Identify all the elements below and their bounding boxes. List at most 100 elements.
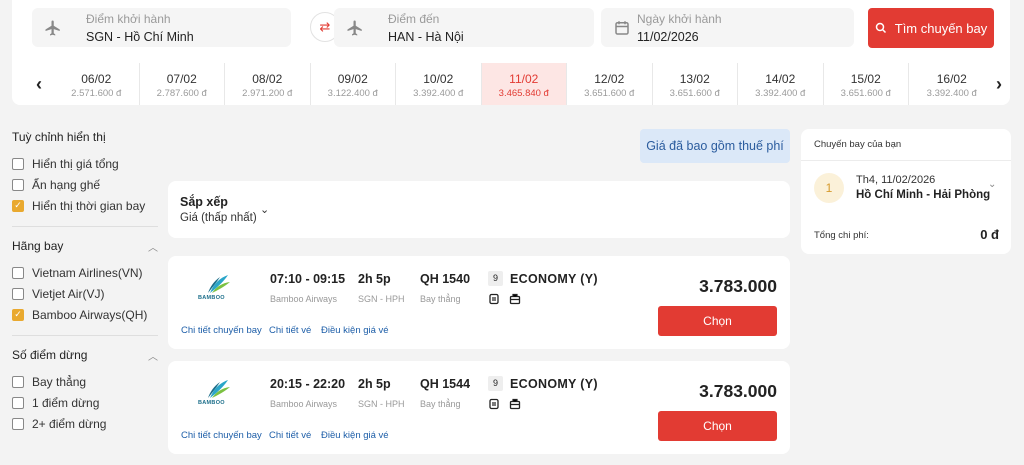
cabin-class: ECONOMY (Y) [510, 377, 598, 391]
filter-option[interactable]: Vietjet Air(VJ) [12, 283, 158, 304]
filter-option-label: Ẩn hạng ghế [32, 177, 101, 192]
date-value: 11/02/2026 [637, 30, 699, 44]
flight-airline: Bamboo Airways [270, 399, 338, 409]
checkbox[interactable] [12, 287, 24, 300]
chevron-right-icon[interactable]: › [996, 74, 1012, 94]
chevron-down-icon[interactable]: ⌄ [988, 179, 996, 190]
ticket-details-link[interactable]: Chi tiết vé [269, 430, 311, 441]
date-option[interactable]: 11/02 3.465.840 đ [481, 63, 567, 105]
stops-heading[interactable]: Số điểm dừng ︿ [12, 348, 158, 363]
checkbox[interactable] [12, 157, 24, 170]
date-option-date: 08/02 [252, 72, 283, 86]
date-option-date: 10/02 [423, 72, 454, 86]
date-option-price: 2.571.600 đ [71, 88, 122, 99]
checkbox[interactable] [12, 308, 24, 321]
seats-left-badge: 9 [488, 271, 503, 286]
checked-baggage-icon [509, 398, 521, 410]
bamboo-leaf-icon [208, 380, 230, 398]
fare-conditions-link[interactable]: Điều kiện giá vé [321, 430, 389, 441]
swap-icon: ⇄ [319, 19, 331, 34]
date-option[interactable]: 14/02 3.392.400 đ [738, 63, 824, 105]
date-option-date: 16/02 [936, 72, 967, 86]
date-option[interactable]: 13/02 3.651.600 đ [653, 63, 738, 105]
destination-field[interactable]: Điểm đến HAN - Hà Nội [334, 8, 594, 47]
chevron-down-icon: ⌄ [260, 204, 270, 216]
date-option-date: 07/02 [166, 72, 197, 86]
search-flights-button[interactable]: Tìm chuyến bay [868, 8, 994, 48]
chevron-up-icon[interactable]: ︿ [148, 239, 158, 254]
flight-airline: Bamboo Airways [270, 294, 338, 304]
chevron-up-icon[interactable]: ︿ [148, 348, 158, 363]
checked-baggage-icon [509, 293, 521, 305]
airline-heading[interactable]: Hãng bay ︿ [12, 239, 158, 254]
filter-option[interactable]: Hiển thị giá tổng [12, 153, 158, 174]
chevron-left-icon[interactable]: ‹ [36, 74, 52, 94]
sort-title: Sắp xếp [180, 195, 228, 209]
choose-flight-button[interactable]: Chọn [658, 306, 777, 336]
filter-option-label: 2+ điểm dừng [32, 416, 107, 431]
date-option[interactable]: 10/02 3.392.400 đ [396, 63, 482, 105]
checkbox[interactable] [12, 417, 24, 430]
date-option-date: 13/02 [679, 72, 710, 86]
filter-option[interactable]: Hiển thị thời gian bay [12, 195, 158, 216]
logo-text: BAMBOO [198, 400, 225, 406]
sort-dropdown[interactable]: Sắp xếp Giá (thấp nhất) ⌄ [168, 181, 790, 238]
filter-sidebar: Tuỳ chỉnh hiển thị Hiển thị giá tổng Ẩn … [12, 130, 158, 434]
ticket-details-link[interactable]: Chi tiết vé [269, 325, 311, 336]
date-option[interactable]: 07/02 2.787.600 đ [140, 63, 225, 105]
tax-included-badge: Giá đã bao gồm thuế phí [640, 129, 790, 163]
checkbox[interactable] [12, 178, 24, 191]
flight-duration: 2h 5p [358, 377, 391, 391]
date-option-price: 3.392.400 đ [926, 88, 977, 99]
carry-on-bag-icon [489, 293, 499, 305]
date-option[interactable]: 16/02 3.392.400 đ [909, 63, 995, 105]
filter-option-label: Hiển thị giá tổng [32, 156, 119, 171]
flight-details-link[interactable]: Chi tiết chuyến bay [181, 430, 262, 441]
date-option-price: 3.122.400 đ [327, 88, 378, 99]
bamboo-leaf-icon [208, 275, 230, 293]
checkbox[interactable] [12, 266, 24, 279]
filter-option[interactable]: Bamboo Airways(QH) [12, 304, 158, 325]
filter-option-label: Hiển thị thời gian bay [32, 198, 146, 213]
date-option-date: 11/02 [509, 72, 539, 86]
date-option[interactable]: 08/02 2.971.200 đ [225, 63, 311, 105]
trip-date: Th4, 11/02/2026 [856, 174, 936, 186]
date-field[interactable]: Ngày khởi hành 11/02/2026 [601, 8, 854, 47]
date-option-date: 06/02 [81, 72, 112, 86]
trip-summary: Chuyến bay của bạn 1 Th4, 11/02/2026 Hồ … [801, 129, 1011, 254]
flight-route: SGN - HPH [358, 399, 405, 409]
divider [12, 226, 158, 227]
date-option[interactable]: 06/02 2.571.600 đ [54, 63, 140, 105]
filter-option[interactable]: Vietnam Airlines(VN) [12, 262, 158, 283]
flight-duration: 2h 5p [358, 272, 391, 286]
flight-details-link[interactable]: Chi tiết chuyến bay [181, 325, 262, 336]
flight-price: 3.783.000 [699, 276, 777, 296]
date-option[interactable]: 09/02 3.122.400 đ [311, 63, 396, 105]
checkbox[interactable] [12, 199, 24, 212]
flight-type: Bay thẳng [420, 294, 461, 304]
checkbox[interactable] [12, 375, 24, 388]
bamboo-airways-logo: BAMBOO [198, 378, 234, 408]
divider [801, 160, 1011, 161]
plane-arrival-icon [347, 20, 362, 36]
date-option[interactable]: 12/02 3.651.600 đ [567, 63, 653, 105]
date-option[interactable]: 15/02 3.651.600 đ [824, 63, 909, 105]
choose-flight-button[interactable]: Chọn [658, 411, 777, 441]
filter-option[interactable]: Bay thẳng [12, 371, 158, 392]
filter-option[interactable]: Ẩn hạng ghế [12, 174, 158, 195]
fare-conditions-link[interactable]: Điều kiện giá vé [321, 325, 389, 336]
filter-option[interactable]: 2+ điểm dừng [12, 413, 158, 434]
filter-option[interactable]: 1 điểm dừng [12, 392, 158, 413]
divider [12, 335, 158, 336]
filter-option-label: Vietnam Airlines(VN) [32, 265, 143, 280]
flight-code: QH 1540 [420, 272, 471, 286]
checkbox[interactable] [12, 396, 24, 409]
search-card: Điểm khởi hành SGN - Hồ Chí Minh ⇄ Điểm … [12, 0, 1010, 105]
origin-label: Điểm khởi hành [86, 12, 171, 26]
origin-field[interactable]: Điểm khởi hành SGN - Hồ Chí Minh [32, 8, 291, 47]
filter-option-label: Bamboo Airways(QH) [32, 307, 148, 322]
stops-heading-label: Số điểm dừng [12, 348, 88, 362]
flight-time: 20:15 - 22:20 [270, 377, 346, 391]
date-list: 06/02 2.571.600 đ 07/02 2.787.600 đ 08/02 … [54, 63, 995, 105]
calendar-icon [615, 21, 629, 35]
